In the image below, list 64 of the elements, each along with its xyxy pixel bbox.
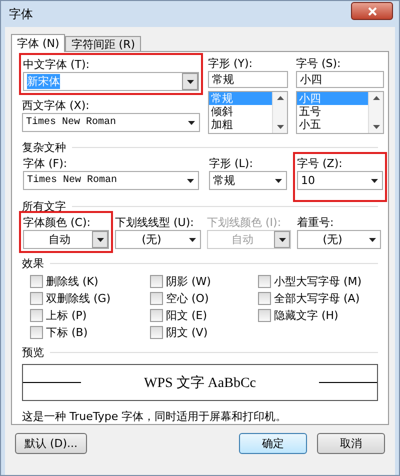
effect-checkbox[interactable]: 空心 (O) <box>150 290 258 307</box>
list-box[interactable]: 小四 五号 小五 <box>296 91 384 134</box>
field-label: 下划线颜色 (I): <box>207 215 282 230</box>
dialog-button[interactable]: 取消 <box>317 433 385 454</box>
close-icon <box>368 6 376 16</box>
effect-checkbox[interactable]: 小型大写字母 (M) <box>258 273 378 290</box>
dropdown-arrow-icon <box>96 238 104 242</box>
section-title: 复杂文种 <box>22 140 66 155</box>
field-label: 字形 (Y): <box>208 56 254 71</box>
tab[interactable]: 字体 (N) <box>11 34 66 52</box>
field-label: 字号 (Z): <box>297 156 344 171</box>
text-input[interactable]: 小四 <box>296 71 384 88</box>
field-label: 字号 (S): <box>296 56 342 71</box>
effect-checkbox[interactable]: 下标 (B) <box>30 324 150 341</box>
dialog-button[interactable]: 默认 (D)... <box>15 433 87 454</box>
dropdown-arrow-icon <box>368 238 376 242</box>
dropdown-field[interactable]: Times New Roman <box>22 113 200 132</box>
list-box[interactable]: 常规 倾斜 加粗 <box>208 91 288 134</box>
dropdown-field[interactable]: 10 <box>297 171 383 190</box>
color-picker[interactable]: 自动 <box>23 230 109 249</box>
dropdown-arrow-icon <box>188 238 196 242</box>
preview-sample: WPS 文字 AaBbCc <box>143 374 257 392</box>
scroll-up-icon[interactable] <box>276 96 284 100</box>
close-button[interactable] <box>351 2 393 20</box>
field-label: 字形 (L): <box>209 156 254 171</box>
section-title: 效果 <box>22 256 44 271</box>
dropdown-arrow-icon <box>186 80 194 84</box>
dropdown-arrow-icon <box>370 178 378 182</box>
list-option[interactable]: 加粗 <box>209 118 272 131</box>
field-label: 西文字体 (X): <box>22 98 90 113</box>
text-input[interactable]: 常规 <box>208 71 288 88</box>
field-label: 中文字体 (T): <box>23 57 91 72</box>
dropdown-field[interactable]: 常规 <box>209 171 287 190</box>
dropdown-field[interactable]: Times New Roman <box>23 171 199 190</box>
dialog-button[interactable]: 确定 <box>239 433 307 454</box>
list-option[interactable]: 小五 <box>297 118 368 131</box>
scroll-down-icon[interactable] <box>276 125 284 129</box>
tab[interactable]: 字符间距 (R) <box>65 36 142 51</box>
effect-checkbox[interactable]: 阳文 (E) <box>150 307 258 324</box>
effect-checkbox[interactable]: 删除线 (K) <box>30 273 150 290</box>
dropdown-arrow-icon <box>278 238 286 242</box>
list-option[interactable]: 倾斜 <box>209 105 272 118</box>
field-label: 着重号: <box>297 215 335 230</box>
dropdown-field[interactable]: (无) <box>297 230 381 249</box>
list-option[interactable]: 五号 <box>297 105 368 118</box>
description-text: 这是一种 TrueType 字体，同时适用于屏幕和打印机。 <box>22 409 288 424</box>
effect-checkbox[interactable]: 阴文 (V) <box>150 324 258 341</box>
dropdown-arrow-icon <box>188 120 194 124</box>
dropdown-arrow-icon <box>274 178 282 182</box>
field-label: 字体颜色 (C): <box>23 215 92 230</box>
effect-checkbox[interactable]: 隐藏文字 (H) <box>258 307 378 324</box>
dropdown-field[interactable]: (无) <box>115 230 201 249</box>
effect-checkbox[interactable]: 双删除线 (G) <box>30 290 150 307</box>
effect-checkbox[interactable]: 全部大写字母 (A) <box>258 290 378 307</box>
section-title: 所有文字 <box>22 199 66 214</box>
window-title: 字体 <box>9 6 33 22</box>
scroll-down-icon[interactable] <box>372 125 380 129</box>
effect-checkbox[interactable]: 阴影 (W) <box>150 273 258 290</box>
dropdown-arrow-icon <box>186 178 194 182</box>
effect-checkbox[interactable]: 上标 (P) <box>30 307 150 324</box>
scroll-up-icon[interactable] <box>372 96 380 100</box>
section-title: 预览 <box>22 345 44 360</box>
field-label: 字体 (F): <box>23 156 68 171</box>
field-label: 下划线线型 (U): <box>115 215 195 230</box>
